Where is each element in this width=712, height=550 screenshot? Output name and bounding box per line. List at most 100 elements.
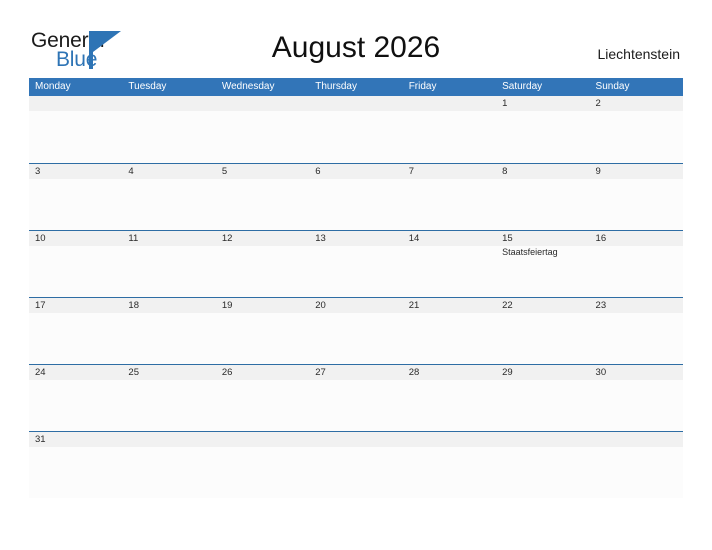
calendar-day-cell-empty [402,96,497,163]
calendar-day-cell[interactable]: 4 [122,164,216,230]
calendar-day-cell[interactable]: 30 [589,365,683,431]
weekday-header-sunday: Sunday [595,81,630,92]
calendar-day-cell[interactable]: 8 [496,164,590,230]
calendar-day-cell[interactable]: 7 [402,164,497,230]
day-number-band [215,432,310,447]
day-number: 7 [408,166,414,177]
day-number-band [215,164,310,179]
calendar-day-cell[interactable]: 2 [589,96,683,163]
day-number-band [589,96,683,111]
day-number: 21 [408,300,420,311]
day-number: 14 [408,233,420,244]
holiday-label: Staatsfeiertag [502,247,558,257]
calendar-day-cell[interactable]: 20 [309,298,403,364]
calendar-weeks: 1 2 3 4 5 6 7 8 9 10 11 12 13 14 15 Staatsfeiertag 16 17 1… [29,96,683,498]
day-number: 26 [221,367,233,378]
day-number-band [122,164,216,179]
weekday-header-monday: Monday [35,81,71,92]
day-number-band [122,96,216,111]
day-number: 20 [315,300,326,311]
calendar-day-cell[interactable]: 5 [215,164,310,230]
calendar-day-cell[interactable]: 10 [29,231,123,297]
calendar-grid: Monday Tuesday Wednesday Thursday Friday Satu… [29,78,683,498]
calendar-week-row: 31 [29,431,683,498]
calendar-day-cell[interactable]: 29 [496,365,590,431]
day-number: 18 [128,300,139,311]
day-number-band [589,164,683,179]
day-number: 6 [315,166,321,177]
calendar-day-cell[interactable]: 21 [402,298,497,364]
calendar-day-cell-empty [122,432,216,498]
calendar-day-cell[interactable]: 26 [215,365,310,431]
calendar-page: General Blue August 2026 Liechtenstein M… [0,0,712,550]
calendar-day-cell[interactable]: 25 [122,365,216,431]
day-number: 15 [502,233,513,244]
weekday-header-saturday: Saturday [502,81,543,92]
day-number-band [29,164,123,179]
country-label: Liechtenstein [597,46,680,62]
day-number-band [402,164,497,179]
calendar-day-cell[interactable]: 9 [589,164,683,230]
day-number: 27 [315,367,326,378]
calendar-day-cell[interactable]: 3 [29,164,123,230]
day-number: 10 [35,233,46,244]
day-number: 23 [595,300,607,311]
day-number: 25 [128,367,139,378]
day-number: 9 [595,166,601,177]
calendar-day-cell[interactable]: 6 [309,164,403,230]
calendar-week-row: 10 11 12 13 14 15 Staatsfeiertag 16 [29,230,683,297]
calendar-day-cell[interactable]: 24 [29,365,123,431]
day-number: 1 [502,98,508,109]
day-number: 24 [35,367,46,378]
weekday-header-friday: Friday [408,81,437,92]
calendar-day-cell[interactable]: 18 [122,298,216,364]
calendar-week-row: 24 25 26 27 28 29 30 [29,364,683,431]
day-number: 3 [35,166,41,177]
day-number-band [309,432,403,447]
calendar-day-cell[interactable]: 19 [215,298,310,364]
day-number: 12 [221,233,233,244]
calendar-day-cell[interactable]: 11 [122,231,216,297]
day-number: 16 [595,233,607,244]
day-number: 13 [315,233,326,244]
day-number: 8 [502,166,508,177]
day-number-band [496,432,590,447]
calendar-day-cell[interactable]: 22 [496,298,590,364]
calendar-day-cell-empty [309,96,403,163]
day-number: 29 [502,367,513,378]
day-number-band [496,96,590,111]
calendar-day-cell[interactable]: 23 [589,298,683,364]
calendar-day-cell-empty [215,96,310,163]
day-number-band [309,164,403,179]
day-number: 28 [408,367,420,378]
calendar-day-cell[interactable]: 17 [29,298,123,364]
weekday-header-thursday: Thursday [315,81,357,92]
calendar-day-cell-empty [496,432,590,498]
calendar-week-row: 12 [29,96,683,163]
day-number-band [402,96,497,111]
calendar-day-cell[interactable]: 1 [496,96,590,163]
calendar-day-cell[interactable]: 27 [309,365,403,431]
calendar-day-cell[interactable]: 14 [402,231,497,297]
calendar-day-cell[interactable]: 28 [402,365,497,431]
page-header: General Blue August 2026 Liechtenstein [0,0,712,76]
day-number: 11 [128,233,139,244]
calendar-day-cell[interactable]: 16 [589,231,683,297]
day-number-band [402,432,497,447]
calendar-day-cell[interactable]: 13 [309,231,403,297]
weekday-header-tuesday: Tuesday [128,81,167,92]
day-number: 19 [221,300,233,311]
calendar-day-cell[interactable]: 12 [215,231,310,297]
calendar-day-cell[interactable]: 15 Staatsfeiertag [496,231,590,297]
day-number: 31 [35,434,46,445]
day-number: 30 [595,367,607,378]
calendar-day-cell[interactable]: 31 [29,432,123,498]
calendar-day-cell-empty [215,432,310,498]
day-number-band [215,96,310,111]
day-number: 4 [128,166,134,177]
day-number-band [29,96,123,111]
calendar-day-cell-empty [309,432,403,498]
day-number-band [496,164,590,179]
calendar-day-cell-empty [402,432,497,498]
day-number-band [309,96,403,111]
